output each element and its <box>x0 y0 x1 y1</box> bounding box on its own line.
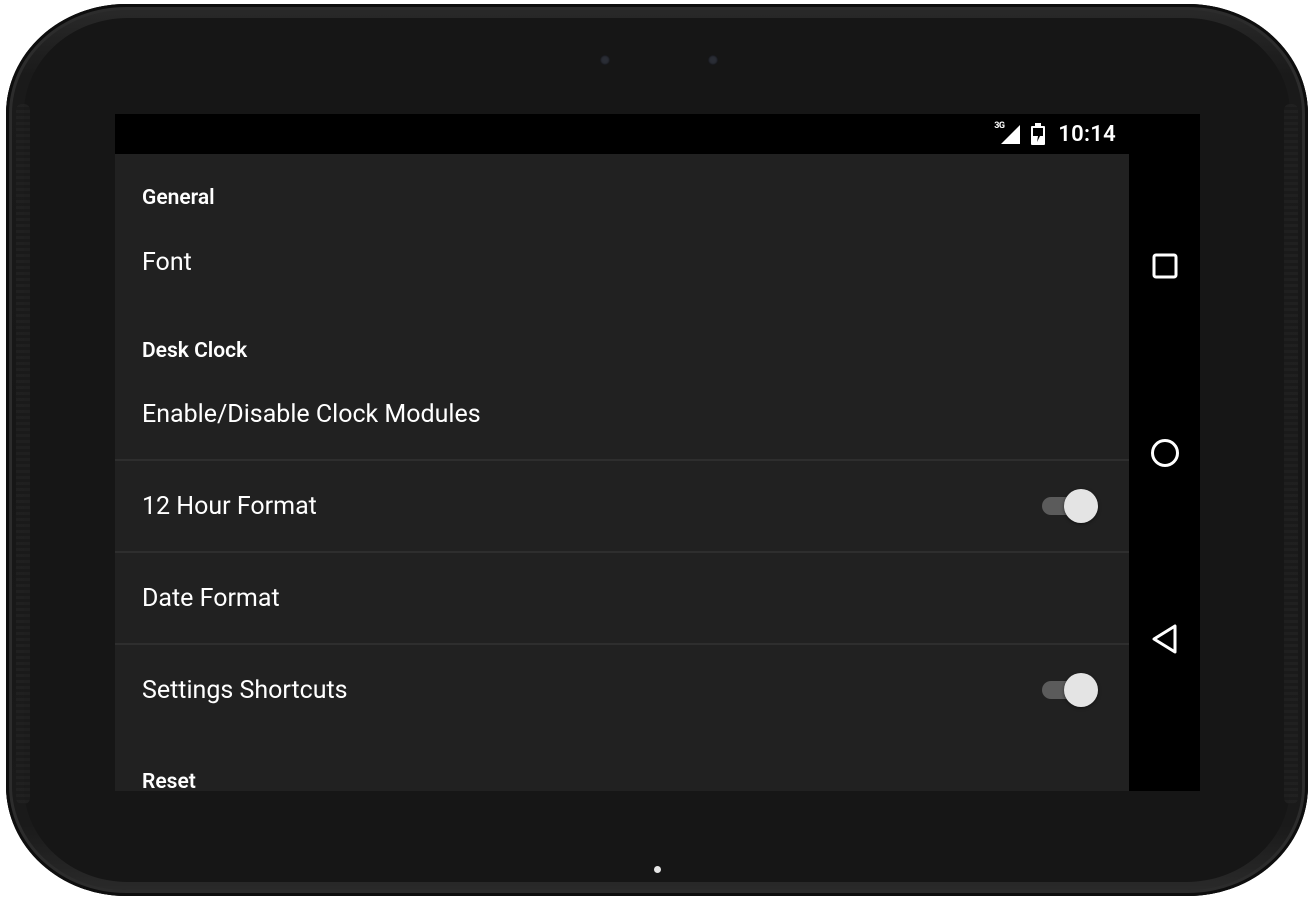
hour-format-setting-label: 12 Hour Format <box>142 492 317 521</box>
sensor-dot <box>600 55 610 65</box>
status-clock: 10:14 <box>1058 121 1116 147</box>
settings-shortcuts-setting-label: Settings Shortcuts <box>142 676 348 705</box>
general-category-header: General <box>142 186 215 210</box>
status-bar: 3G 10:14 <box>115 114 1200 154</box>
front-camera <box>708 55 718 65</box>
date-format-setting-label: Date Format <box>142 584 280 613</box>
clock-modules-setting[interactable]: Enable/Disable Clock Modules <box>115 376 1129 458</box>
desk-clock-category-header: Desk Clock <box>142 339 248 363</box>
settings-shortcuts-setting[interactable]: Settings Shortcuts <box>115 645 1129 735</box>
hour-format-setting[interactable]: 12 Hour Format <box>115 461 1129 551</box>
recent-apps-icon[interactable] <box>1147 248 1183 284</box>
settings-shortcuts-toggle[interactable] <box>1040 672 1098 708</box>
navigation-bar <box>1129 154 1200 791</box>
home-icon[interactable] <box>1147 435 1183 471</box>
status-icons: 3G 10:14 <box>994 121 1116 147</box>
back-icon[interactable] <box>1147 621 1183 657</box>
speaker-grille-right <box>1284 104 1298 804</box>
toggle-thumb <box>1064 489 1098 523</box>
network-type-label: 3G <box>994 121 1005 131</box>
date-format-setting[interactable]: Date Format <box>115 553 1129 643</box>
screen: 3G 10:14 General Font Desk Clock Enable/… <box>115 114 1200 791</box>
settings-list[interactable]: General Font Desk Clock Enable/Disable C… <box>115 154 1129 791</box>
notification-led <box>654 866 661 873</box>
toggle-thumb <box>1064 673 1098 707</box>
hour-format-toggle[interactable] <box>1040 488 1098 524</box>
font-setting[interactable]: Font <box>115 224 1129 299</box>
battery-charging-icon <box>1031 123 1046 145</box>
clock-modules-setting-label: Enable/Disable Clock Modules <box>142 400 481 429</box>
speaker-grille-left <box>16 104 30 804</box>
signal-icon: 3G <box>994 121 1022 145</box>
reset-category-header: Reset <box>142 770 196 791</box>
font-setting-label: Font <box>142 248 192 277</box>
